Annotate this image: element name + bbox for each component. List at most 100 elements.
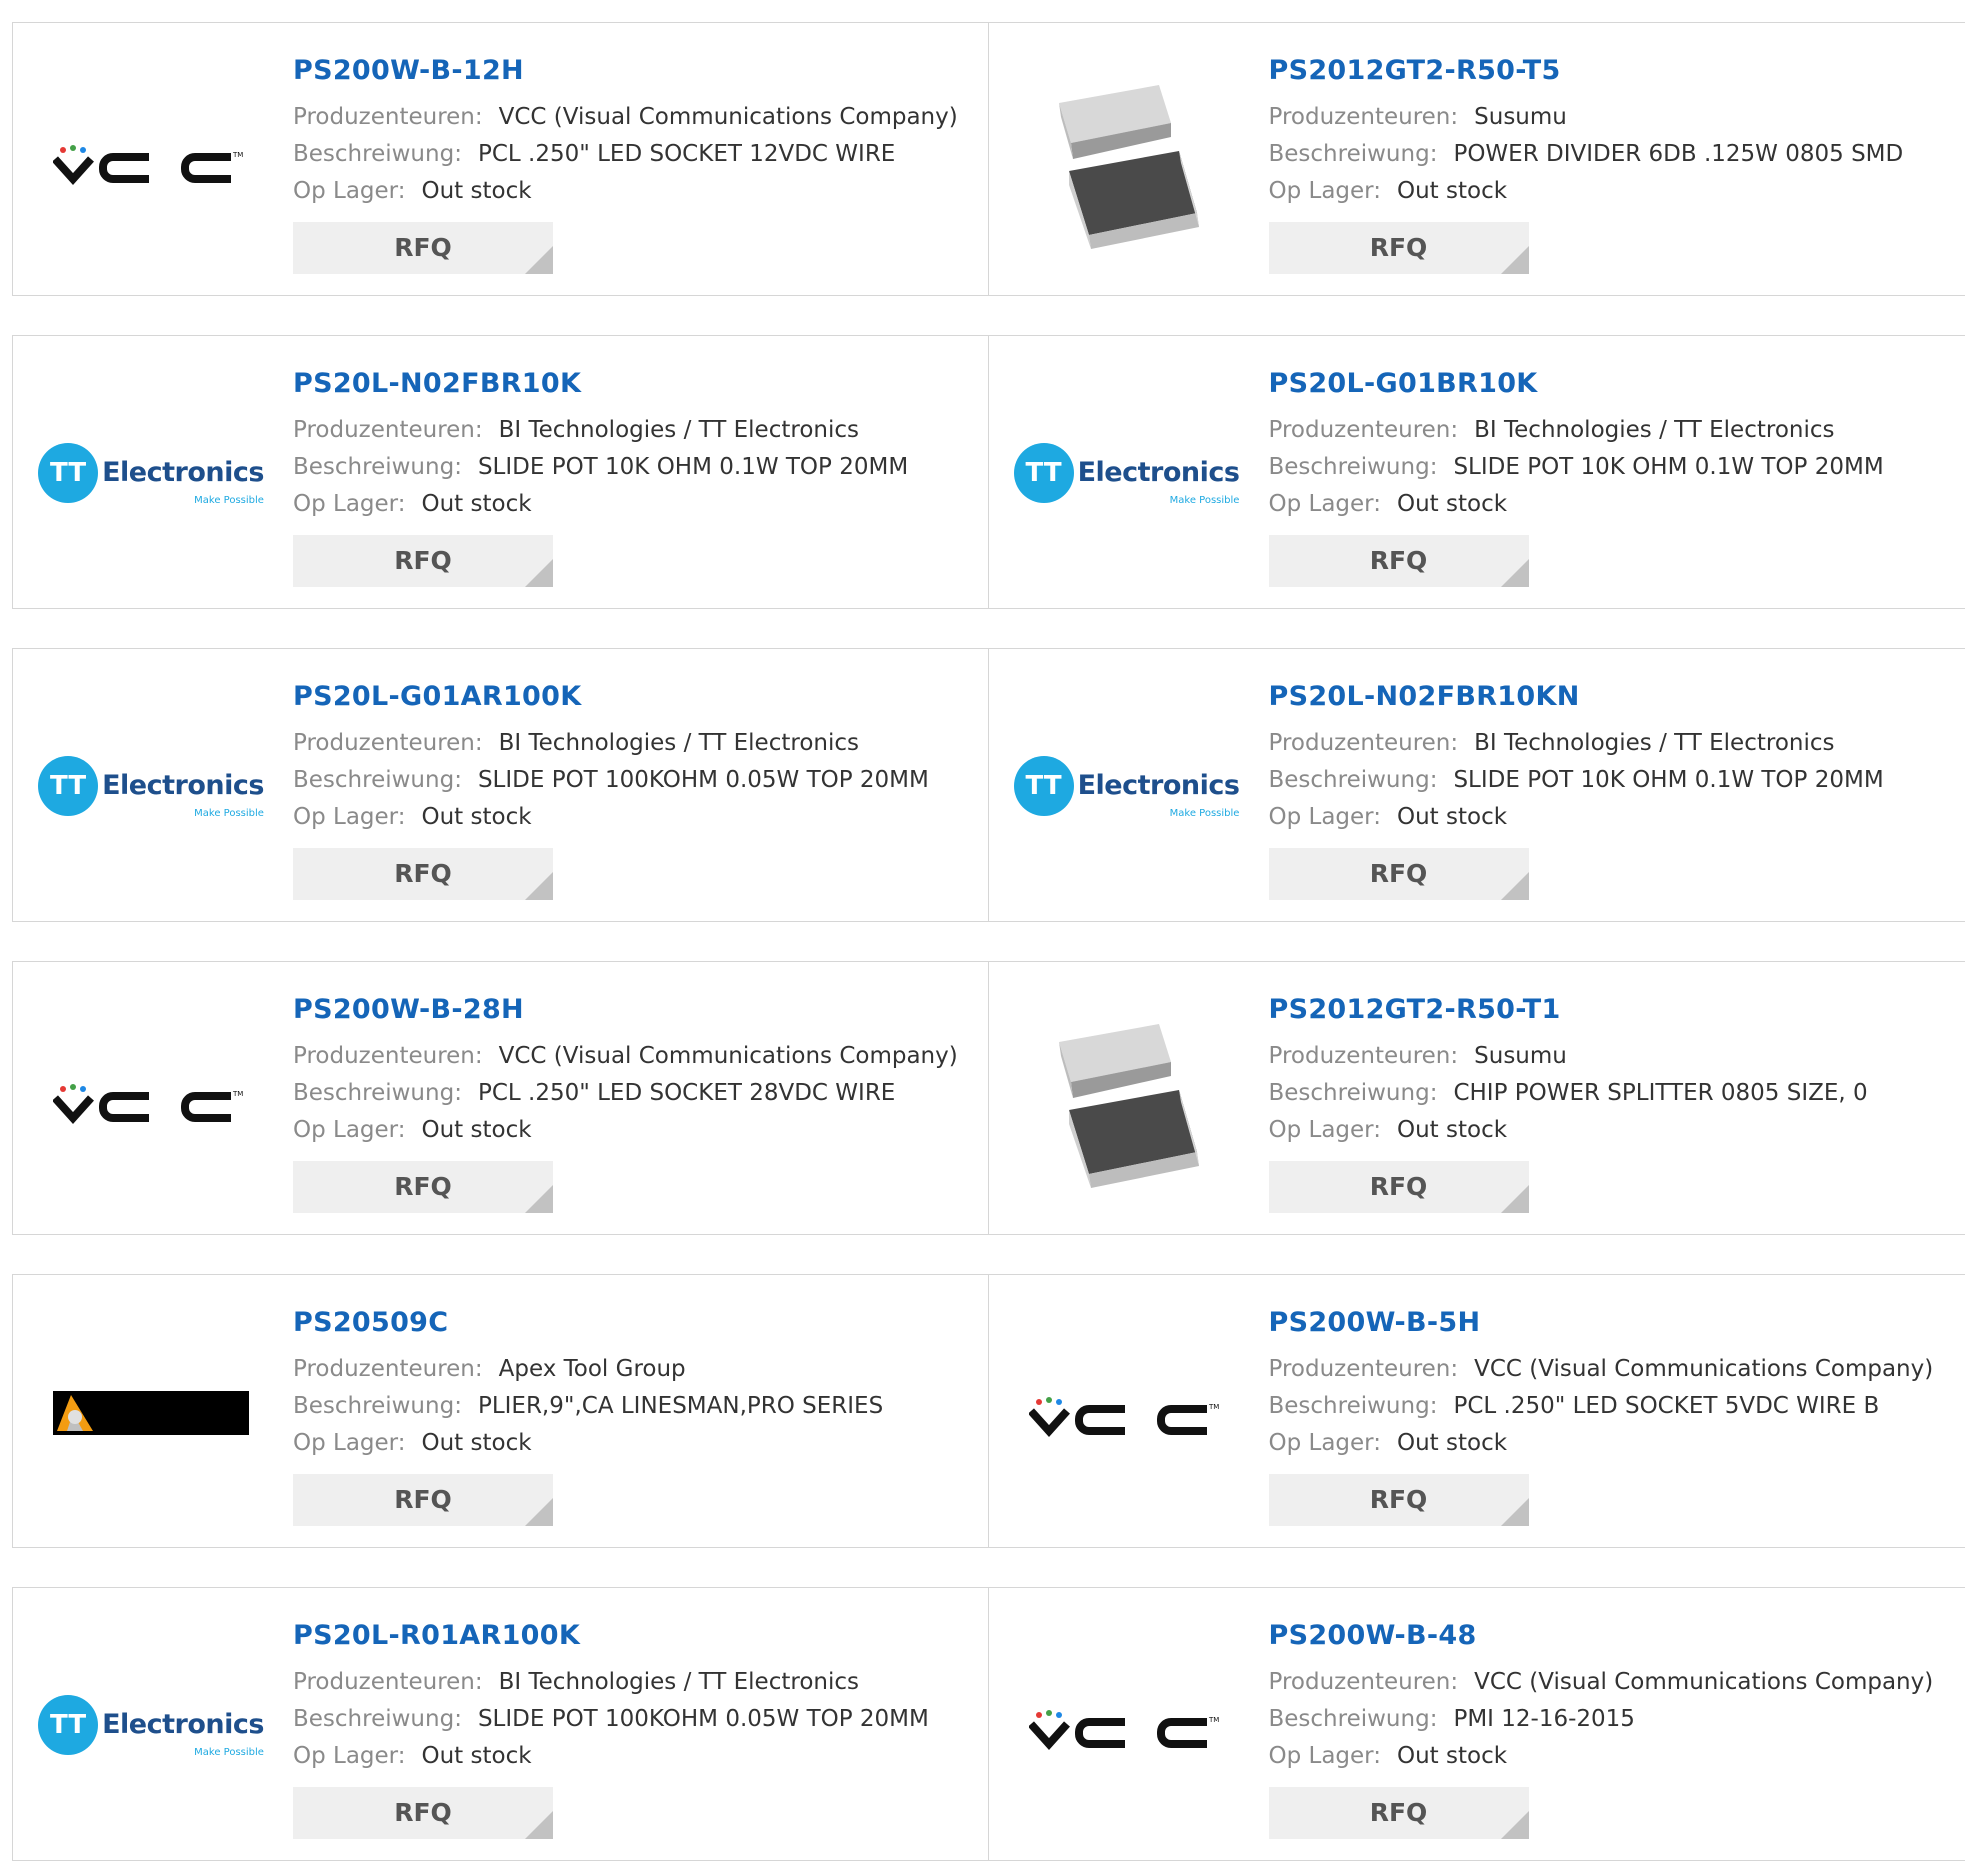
product-card: TTElectronicsMake Possible PS20L-N02FBR10… [13, 336, 989, 608]
part-number-link[interactable]: PS200W-B-28H [293, 992, 958, 1028]
part-number-link[interactable]: PS20L-N02FBR10K [293, 366, 908, 402]
rfq-button[interactable]: RFQ [1269, 1474, 1529, 1526]
tt-electronics-logo[interactable]: TTElectronicsMake Possible [1029, 689, 1225, 885]
manufacturer-line: Produzenteuren:VCC (Visual Communication… [293, 99, 958, 136]
rfq-button[interactable]: RFQ [1269, 222, 1529, 274]
vcc-logo[interactable]: TM [1029, 1628, 1225, 1824]
manufacturer-value: BI Technologies / TT Electronics [499, 1669, 859, 1695]
product-info: PS200W-B-12H Produzenteuren:VCC (Visual C… [293, 53, 958, 274]
stock-value: Out stock [421, 491, 531, 517]
tt-electronics-logo[interactable]: TTElectronicsMake Possible [53, 1628, 249, 1824]
part-number-link[interactable]: PS20L-G01AR100K [293, 679, 929, 715]
rfq-button[interactable]: RFQ [1269, 848, 1529, 900]
rfq-button[interactable]: RFQ [293, 222, 553, 274]
rfq-button-label: RFQ [394, 1172, 452, 1201]
part-number-link[interactable]: PS20L-R01AR100K [293, 1618, 929, 1654]
stock-label: Op Lager: [293, 1430, 405, 1456]
stock-line: Op Lager:Out stock [293, 173, 958, 210]
stock-label: Op Lager: [293, 1743, 405, 1769]
tt-wordmark: Electronics [102, 770, 264, 801]
product-info: PS20L-G01BR10K Produzenteuren:BI Technolo… [1269, 366, 1884, 587]
manufacturer-value: Susumu [1474, 104, 1567, 130]
rfq-button[interactable]: RFQ [293, 1787, 553, 1839]
rfq-button-label: RFQ [1370, 546, 1428, 575]
part-number-link[interactable]: PS20509C [293, 1305, 883, 1341]
stock-value: Out stock [1397, 1117, 1507, 1143]
manufacturer-line: Produzenteuren: BI Technologies / TT Elec… [293, 1664, 929, 1701]
rfq-button[interactable]: RFQ [293, 1161, 553, 1213]
rfq-button-label: RFQ [1370, 859, 1428, 888]
manufacturer-value: Apex Tool Group [499, 1356, 686, 1382]
manufacturer-label: Produzenteuren: [293, 1043, 483, 1069]
chip-product-image[interactable] [1029, 63, 1225, 259]
product-card: TTElectronicsMake Possible PS20L-N02FBR10… [989, 649, 1965, 921]
tt-tagline: Make Possible [194, 808, 264, 819]
part-number-link[interactable]: PS2012GT2-R50-T5 [1269, 53, 1904, 89]
manufacturer-line: Produzenteuren:VCC (Visual Communication… [1269, 1351, 1934, 1388]
part-number-link[interactable]: PS200W-B-5H [1269, 1305, 1934, 1341]
stock-label: Op Lager: [293, 1117, 405, 1143]
tt-electronics-logo[interactable]: TTElectronicsMake Possible [53, 376, 249, 572]
rfq-button[interactable]: RFQ [293, 535, 553, 587]
description-line: Beschreiwung:PLIER,9",CA LINESMAN,PRO SE… [293, 1388, 883, 1425]
corner-triangle-icon [1501, 559, 1529, 587]
manufacturer-label: Produzenteuren: [1269, 417, 1459, 443]
apex-tool-group-logo[interactable] [53, 1315, 249, 1511]
part-number-link[interactable]: PS20L-N02FBR10KN [1269, 679, 1884, 715]
tt-tagline: Make Possible [1170, 808, 1240, 819]
manufacturer-line: Produzenteuren:BI Technologies / TT Elec… [1269, 412, 1884, 449]
tt-electronics-logo[interactable]: TTElectronicsMake Possible [53, 689, 249, 885]
stock-value: Out stock [421, 178, 531, 204]
manufacturer-value: VCC (Visual Communications Company) [1474, 1669, 1933, 1695]
description-line: Beschreiwung:POWER DIVIDER 6DB .125W 080… [1269, 136, 1904, 173]
rfq-button[interactable]: RFQ [1269, 1787, 1529, 1839]
rfq-button-label: RFQ [1370, 1485, 1428, 1514]
part-number-link[interactable]: PS200W-B-48 [1269, 1618, 1934, 1654]
vcc-logo[interactable]: TM [53, 63, 249, 259]
manufacturer-line: Produzenteuren:BI Technologies / TT Elec… [1269, 725, 1884, 762]
stock-label: Op Lager: [293, 491, 405, 517]
vcc-logo[interactable]: TM [53, 1002, 249, 1198]
tt-logo-mark: TTElectronicsMake Possible [38, 1695, 264, 1758]
tt-tagline: Make Possible [1170, 495, 1240, 506]
svg-text:TM: TM [1208, 1403, 1219, 1411]
tt-wordmark: Electronics [1078, 770, 1240, 801]
description-line: Beschreiwung:SLIDE POT 10K OHM 0.1W TOP … [1269, 449, 1884, 486]
description-label: Beschreiwung: [1269, 454, 1438, 480]
manufacturer-label: Produzenteuren: [293, 417, 483, 443]
rfq-button[interactable]: RFQ [1269, 535, 1529, 587]
rfq-button[interactable]: RFQ [293, 848, 553, 900]
corner-triangle-icon [1501, 1498, 1529, 1526]
vcc-logo[interactable]: TM [1029, 1315, 1225, 1511]
tt-wordmark: Electronics [102, 1709, 264, 1740]
stock-value: Out stock [421, 1743, 531, 1769]
manufacturer-label: Produzenteuren: [293, 1669, 483, 1695]
description-line: Beschreiwung:SLIDE POT 100KOHM 0.05W TOP… [293, 762, 929, 799]
manufacturer-value: BI Technologies / TT Electronics [499, 417, 859, 443]
stock-value: Out stock [1397, 491, 1507, 517]
tt-electronics-logo[interactable]: TTElectronicsMake Possible [1029, 376, 1225, 572]
rfq-button[interactable]: RFQ [1269, 1161, 1529, 1213]
part-number-link[interactable]: PS20L-G01BR10K [1269, 366, 1884, 402]
stock-value: Out stock [421, 1117, 531, 1143]
corner-triangle-icon [525, 1811, 553, 1839]
tt-logo-mark: TTElectronicsMake Possible [38, 443, 264, 506]
description-value: PMI 12-16-2015 [1453, 1706, 1634, 1732]
product-card: TTElectronicsMake PossiblePS20L-G01BR10K… [989, 336, 1965, 608]
rfq-button[interactable]: RFQ [293, 1474, 553, 1526]
part-number-link[interactable]: PS200W-B-12H [293, 53, 958, 89]
manufacturer-line: Produzenteuren:Susumu [1269, 99, 1904, 136]
chip-product-image[interactable] [1029, 1002, 1225, 1198]
stock-value: Out stock [1397, 1430, 1507, 1456]
stock-label: Op Lager: [1269, 178, 1381, 204]
description-label: Beschreiwung: [1269, 1393, 1438, 1419]
part-number-link[interactable]: PS2012GT2-R50-T1 [1269, 992, 1868, 1028]
rfq-button-label: RFQ [1370, 233, 1428, 262]
stock-line: Op Lager: Out stock [293, 1112, 958, 1149]
product-card: PS2012GT2-R50-T1Produzenteuren:SusumuBes… [989, 962, 1965, 1234]
description-line: Beschreiwung:SLIDE POT 10K OHM 0.1W TOP … [1269, 762, 1884, 799]
description-line: Beschreiwung:PMI 12-16-2015 [1269, 1701, 1934, 1738]
manufacturer-line: Produzenteuren:Apex Tool Group [293, 1351, 883, 1388]
product-card: TM PS200W-B-12H Produzenteuren:VCC (Visual… [13, 23, 989, 295]
description-line: Beschreiwung:PCL .250" LED SOCKET 12VDC … [293, 136, 958, 173]
